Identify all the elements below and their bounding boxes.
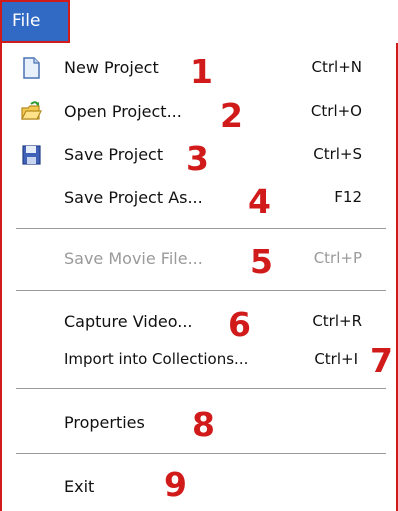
annotation-number: 4 xyxy=(248,182,271,221)
menu-item-label: Properties xyxy=(64,413,145,432)
menu-separator xyxy=(16,290,386,292)
menu-item-exit[interactable]: Exit xyxy=(2,470,396,506)
menu-item-label: Capture Video... xyxy=(64,312,193,331)
menu-item-shortcut: Ctrl+N xyxy=(311,58,362,76)
annotation-number: 5 xyxy=(250,242,273,281)
open-folder-icon xyxy=(20,100,42,124)
annotation-number: 2 xyxy=(220,96,243,135)
menu-item-capture-video[interactable]: Capture Video... Ctrl+R xyxy=(2,305,396,341)
menu-item-shortcut: Ctrl+I xyxy=(314,350,358,368)
menu-separator xyxy=(16,388,386,390)
annotation-number: 8 xyxy=(192,405,215,444)
menu-item-save-movie-file[interactable]: Save Movie File... Ctrl+P xyxy=(2,242,396,278)
menu-item-label: Open Project... xyxy=(64,102,182,121)
annotation-number: 9 xyxy=(164,465,187,504)
menu-item-import-into-collections[interactable]: Import into Collections... Ctrl+I xyxy=(2,343,396,379)
menu-item-shortcut: Ctrl+O xyxy=(310,102,362,120)
file-menu-tab[interactable]: File xyxy=(0,0,70,43)
annotation-number: 3 xyxy=(186,139,209,178)
menu-item-save-project-as[interactable]: Save Project As... F12 xyxy=(2,181,396,217)
menu-item-shortcut: Ctrl+R xyxy=(312,312,362,330)
menu-item-label: Save Project xyxy=(64,145,164,164)
annotation-number: 1 xyxy=(190,52,213,91)
save-disk-icon xyxy=(20,143,42,167)
menu-item-label: Import into Collections... xyxy=(64,350,249,368)
annotation-number: 7 xyxy=(370,341,393,380)
menu-item-shortcut: F12 xyxy=(334,188,362,206)
menu-separator xyxy=(16,228,386,230)
screen: File New Project Ctrl+N 1 Open Project..… xyxy=(0,0,398,511)
menu-separator xyxy=(16,453,386,455)
menu-item-label: Save Project As... xyxy=(64,188,203,207)
menu-item-label: New Project xyxy=(64,58,159,77)
menu-item-shortcut: Ctrl+P xyxy=(313,249,362,267)
file-menu-dropdown: New Project Ctrl+N 1 Open Project... Ctr… xyxy=(0,43,398,511)
menu-item-open-project[interactable]: Open Project... Ctrl+O xyxy=(2,95,396,131)
menu-item-label: Save Movie File... xyxy=(64,249,203,268)
annotation-number: 6 xyxy=(228,305,251,344)
new-project-icon xyxy=(20,56,42,80)
menu-item-label: Exit xyxy=(64,477,95,496)
menu-item-shortcut: Ctrl+S xyxy=(313,145,362,163)
